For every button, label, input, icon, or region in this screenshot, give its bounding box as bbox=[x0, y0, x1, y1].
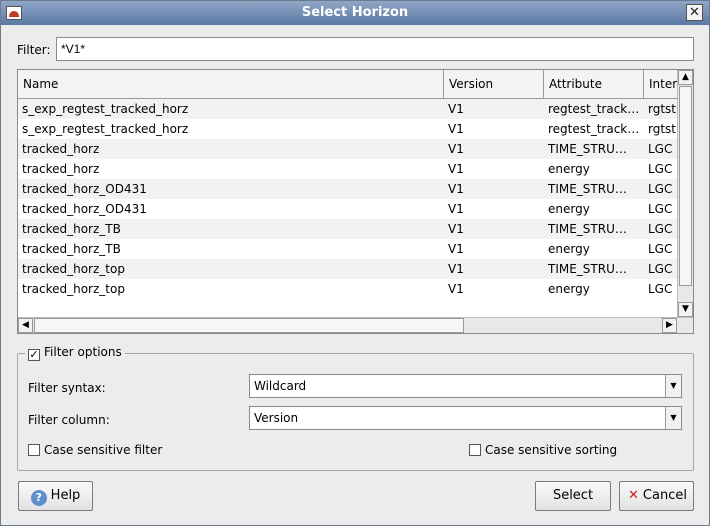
filter-options-checkbox[interactable]: ✓ bbox=[28, 349, 40, 361]
table-row[interactable]: tracked_horz V1 energy LGC bbox=[18, 159, 678, 179]
chevron-down-icon[interactable]: ▼ bbox=[665, 407, 681, 429]
cell-version: V1 bbox=[448, 282, 464, 296]
cancel-button-label: Cancel bbox=[642, 488, 687, 503]
table-row[interactable]: tracked_horz_top V1 energy LGC bbox=[18, 279, 678, 299]
cell-inter: LGC bbox=[648, 182, 673, 196]
select-button[interactable]: Select bbox=[535, 481, 611, 511]
cell-attribute: energy bbox=[548, 242, 590, 256]
cell-version: V1 bbox=[448, 162, 464, 176]
table-row[interactable]: tracked_horz_TB V1 energy LGC bbox=[18, 239, 678, 259]
cell-attribute: energy bbox=[548, 282, 590, 296]
vertical-scrollbar[interactable]: ▲ ▼ bbox=[677, 70, 693, 317]
cell-version: V1 bbox=[448, 102, 464, 116]
table-row[interactable]: s_exp_regtest_tracked_horz V1 regtest_tr… bbox=[18, 99, 678, 119]
column-header-inter[interactable]: Inter bbox=[644, 70, 678, 99]
filter-column-value: Version bbox=[254, 411, 299, 425]
vertical-scroll-thumb[interactable] bbox=[679, 86, 692, 286]
column-header-version[interactable]: Version bbox=[444, 70, 544, 99]
table-row[interactable]: tracked_horz_TB V1 TIME_STRU… LGC bbox=[18, 219, 678, 239]
column-header-name[interactable]: Name bbox=[18, 70, 444, 99]
cell-version: V1 bbox=[448, 122, 464, 136]
filter-column-select[interactable]: Version ▼ bbox=[249, 406, 682, 430]
cell-version: V1 bbox=[448, 262, 464, 276]
cell-name: s_exp_regtest_tracked_horz bbox=[22, 122, 189, 136]
title-bar[interactable]: Select Horizon ✕ bbox=[1, 1, 709, 25]
window-title: Select Horizon bbox=[301, 5, 409, 20]
help-button-label: Help bbox=[50, 488, 81, 503]
filter-syntax-label: Filter syntax: bbox=[28, 381, 106, 395]
scroll-left-icon[interactable]: ◀ bbox=[18, 318, 33, 333]
case-sensitive-sorting-label: Case sensitive sorting bbox=[485, 443, 618, 457]
cell-name: tracked_horz_OD431 bbox=[22, 202, 147, 216]
case-sensitive-filter-checkbox[interactable] bbox=[28, 444, 40, 456]
cell-attribute: TIME_STRU… bbox=[548, 182, 627, 196]
cell-attribute: energy bbox=[548, 162, 590, 176]
cell-name: tracked_horz bbox=[22, 162, 100, 176]
table-row[interactable]: s_exp_regtest_tracked_horz V1 regtest_tr… bbox=[18, 119, 678, 139]
table-row[interactable]: tracked_horz_OD431 V1 energy LGC bbox=[18, 199, 678, 219]
horizontal-scrollbar[interactable]: ◀ ▶ bbox=[18, 317, 693, 333]
table-body: s_exp_regtest_tracked_horz V1 regtest_tr… bbox=[18, 99, 678, 299]
filter-syntax-select[interactable]: Wildcard ▼ bbox=[249, 374, 682, 398]
scroll-up-icon[interactable]: ▲ bbox=[678, 70, 693, 85]
filter-options-toggle[interactable]: ✓ Filter options bbox=[25, 345, 125, 361]
cell-inter: LGC bbox=[648, 202, 673, 216]
filter-syntax-value: Wildcard bbox=[254, 379, 307, 393]
cell-version: V1 bbox=[448, 242, 464, 256]
cell-version: V1 bbox=[448, 202, 464, 216]
cell-name: tracked_horz_top bbox=[22, 262, 125, 276]
cell-attribute: regtest_track… bbox=[548, 122, 640, 136]
case-sensitive-filter-option[interactable]: Case sensitive filter bbox=[28, 443, 162, 457]
cell-name: tracked_horz bbox=[22, 142, 100, 156]
cell-inter: LGC bbox=[648, 242, 673, 256]
filter-options-label: Filter options bbox=[44, 345, 122, 359]
cell-name: tracked_horz_top bbox=[22, 282, 125, 296]
select-horizon-dialog: Select Horizon ✕ Filter: Name Version At… bbox=[0, 0, 710, 526]
cell-inter: rgtst bbox=[648, 122, 677, 136]
cell-inter: LGC bbox=[648, 222, 673, 236]
help-button[interactable]: ? Help bbox=[18, 481, 93, 511]
cell-inter: LGC bbox=[648, 162, 673, 176]
table-header: Name Version Attribute Inter bbox=[18, 70, 678, 99]
cell-inter: rgtst bbox=[648, 102, 677, 116]
cancel-icon: ✕ bbox=[628, 488, 639, 503]
filter-column-label: Filter column: bbox=[28, 413, 110, 427]
cell-attribute: TIME_STRU… bbox=[548, 142, 627, 156]
cell-name: tracked_horz_TB bbox=[22, 222, 121, 236]
cell-name: s_exp_regtest_tracked_horz bbox=[22, 102, 189, 116]
cell-version: V1 bbox=[448, 222, 464, 236]
cell-version: V1 bbox=[448, 142, 464, 156]
cell-name: tracked_horz_OD431 bbox=[22, 182, 147, 196]
table-row[interactable]: tracked_horz V1 TIME_STRU… LGC bbox=[18, 139, 678, 159]
cell-inter: LGC bbox=[648, 282, 673, 296]
table-row[interactable]: tracked_horz_top V1 TIME_STRU… LGC bbox=[18, 259, 678, 279]
table-row[interactable]: tracked_horz_OD431 V1 TIME_STRU… LGC bbox=[18, 179, 678, 199]
select-button-label: Select bbox=[552, 488, 594, 503]
close-button[interactable]: ✕ bbox=[686, 4, 703, 21]
horizon-table: Name Version Attribute Inter s_exp_regte… bbox=[17, 69, 694, 334]
case-sensitive-sorting-option[interactable]: Case sensitive sorting bbox=[469, 443, 617, 457]
filter-label: Filter: bbox=[17, 43, 51, 57]
case-sensitive-filter-label: Case sensitive filter bbox=[44, 443, 163, 457]
close-icon: ✕ bbox=[689, 5, 700, 20]
cell-attribute: regtest_track… bbox=[548, 102, 640, 116]
scroll-right-icon[interactable]: ▶ bbox=[662, 318, 677, 333]
cell-inter: LGC bbox=[648, 262, 673, 276]
cancel-button[interactable]: ✕ Cancel bbox=[619, 481, 694, 511]
horizontal-scroll-thumb[interactable] bbox=[34, 318, 464, 333]
filter-input[interactable] bbox=[56, 37, 694, 61]
column-header-attribute[interactable]: Attribute bbox=[544, 70, 644, 99]
cell-attribute: TIME_STRU… bbox=[548, 262, 627, 276]
cell-inter: LGC bbox=[648, 142, 673, 156]
help-icon: ? bbox=[30, 490, 47, 506]
cell-attribute: TIME_STRU… bbox=[548, 222, 627, 236]
scroll-down-icon[interactable]: ▼ bbox=[678, 302, 693, 317]
cell-version: V1 bbox=[448, 182, 464, 196]
case-sensitive-sorting-checkbox[interactable] bbox=[469, 444, 481, 456]
cell-attribute: energy bbox=[548, 202, 590, 216]
chevron-down-icon[interactable]: ▼ bbox=[665, 375, 681, 397]
cell-name: tracked_horz_TB bbox=[22, 242, 121, 256]
